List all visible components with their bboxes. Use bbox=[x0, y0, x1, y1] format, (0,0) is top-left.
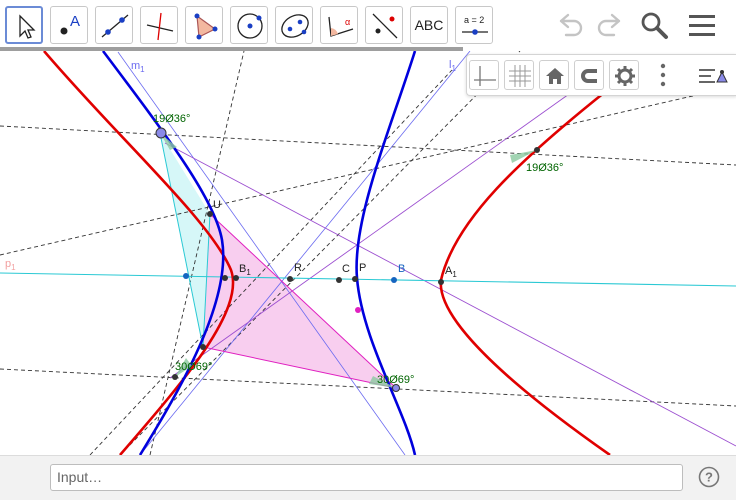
ellipse-tool-icon bbox=[281, 14, 309, 38]
redo-icon[interactable] bbox=[594, 12, 624, 38]
point-r[interactable] bbox=[287, 276, 293, 282]
line-tool-icon bbox=[101, 14, 129, 38]
point-magenta[interactable] bbox=[355, 307, 361, 313]
graphics-view[interactable]: m1 l1 p1 U B1 R C P B A1 19Ø36° 19Ø36° 3… bbox=[0, 51, 736, 455]
home-view-icon bbox=[546, 68, 564, 84]
grid-toggle-icon bbox=[509, 65, 531, 87]
point-bottom-left[interactable] bbox=[200, 344, 206, 350]
angle-label-bottom-right: 30Ø69° bbox=[377, 374, 415, 386]
label-l1: l1 bbox=[449, 59, 456, 74]
slider-tool-button[interactable]: a = 2 bbox=[455, 6, 493, 44]
point-angle-left[interactable] bbox=[172, 374, 178, 380]
angle-label-right: 19Ø36° bbox=[526, 162, 564, 174]
reflect-tool-icon bbox=[372, 13, 398, 39]
help-icon[interactable]: ? bbox=[698, 466, 720, 488]
move-tool-icon bbox=[19, 14, 36, 39]
label-a1: A1 bbox=[445, 265, 457, 280]
svg-text:α: α bbox=[345, 17, 350, 27]
grid-toggle-button[interactable] bbox=[504, 60, 534, 90]
red-hyperbola-right bbox=[439, 90, 611, 455]
angle-label-bottom-left: 30Ø69° bbox=[175, 361, 213, 373]
axes-toggle-icon bbox=[474, 66, 496, 86]
point-top-left[interactable] bbox=[155, 127, 167, 139]
text-tool-icon: ABC bbox=[414, 17, 444, 33]
slider-tool-icon: a = 2 bbox=[462, 15, 488, 35]
label-p1: p1 bbox=[5, 258, 16, 273]
blue-hyperbola-right bbox=[355, 51, 417, 455]
angle-label-top: 19Ø36° bbox=[153, 113, 191, 125]
circle-tool-icon bbox=[237, 13, 263, 39]
home-view-button[interactable] bbox=[539, 60, 569, 90]
point-p[interactable] bbox=[352, 276, 358, 282]
point-b1-a[interactable] bbox=[222, 275, 228, 281]
geometry-canvas[interactable] bbox=[0, 51, 736, 455]
graphics-style-bar bbox=[466, 54, 736, 96]
main-toolbar: A α ABC a = 2 bbox=[0, 0, 736, 48]
label-u: U bbox=[213, 199, 221, 211]
ellipse-tool-button[interactable] bbox=[275, 6, 313, 44]
perpendicular-tool-button[interactable] bbox=[140, 6, 178, 44]
point-tool-icon: A bbox=[60, 13, 80, 35]
line-tool-button[interactable] bbox=[95, 6, 133, 44]
svg-text:A: A bbox=[70, 13, 80, 30]
label-c: C bbox=[342, 263, 350, 275]
point-c[interactable] bbox=[336, 277, 342, 283]
point-tool-button[interactable]: A bbox=[50, 6, 88, 44]
point-u[interactable] bbox=[207, 211, 213, 217]
point-blue-left[interactable] bbox=[183, 273, 189, 279]
settings-icon bbox=[615, 66, 635, 86]
svg-text:a = 2: a = 2 bbox=[464, 15, 484, 25]
axes-toggle-button[interactable] bbox=[469, 60, 499, 90]
label-r: R bbox=[294, 262, 302, 274]
angle-tool-button[interactable]: α bbox=[320, 6, 358, 44]
label-p: P bbox=[359, 262, 367, 274]
reflect-tool-button[interactable] bbox=[365, 6, 403, 44]
move-tool-button[interactable] bbox=[5, 6, 43, 44]
point-capture-icon bbox=[581, 69, 597, 83]
text-tool-button[interactable]: ABC bbox=[410, 6, 448, 44]
algebra-view-toggle-icon[interactable] bbox=[695, 60, 731, 90]
line-p1 bbox=[0, 272, 736, 287]
pink-triangle bbox=[203, 214, 396, 388]
undo-icon[interactable] bbox=[556, 12, 586, 38]
polygon-tool-icon bbox=[194, 13, 218, 40]
point-a1[interactable] bbox=[438, 279, 444, 285]
settings-button[interactable] bbox=[609, 60, 639, 90]
search-icon[interactable] bbox=[640, 11, 670, 41]
input-bar: Input… ? bbox=[0, 455, 736, 500]
point-b[interactable] bbox=[391, 277, 397, 283]
label-b: B bbox=[398, 263, 406, 275]
angle-tool-icon: α bbox=[328, 16, 354, 37]
svg-text:?: ? bbox=[705, 470, 713, 485]
point-top-right[interactable] bbox=[534, 147, 540, 153]
more-options-icon[interactable] bbox=[653, 60, 673, 90]
input-field[interactable]: Input… bbox=[50, 464, 683, 491]
label-b1: B1 bbox=[239, 263, 251, 278]
point-capture-button[interactable] bbox=[574, 60, 604, 90]
perpendicular-line-tool-icon bbox=[146, 12, 174, 41]
menu-icon[interactable] bbox=[688, 13, 716, 39]
circle-tool-button[interactable] bbox=[230, 6, 268, 44]
label-m1: m1 bbox=[131, 60, 145, 75]
polygon-tool-button[interactable] bbox=[185, 6, 223, 44]
dashed-lines bbox=[0, 51, 736, 455]
